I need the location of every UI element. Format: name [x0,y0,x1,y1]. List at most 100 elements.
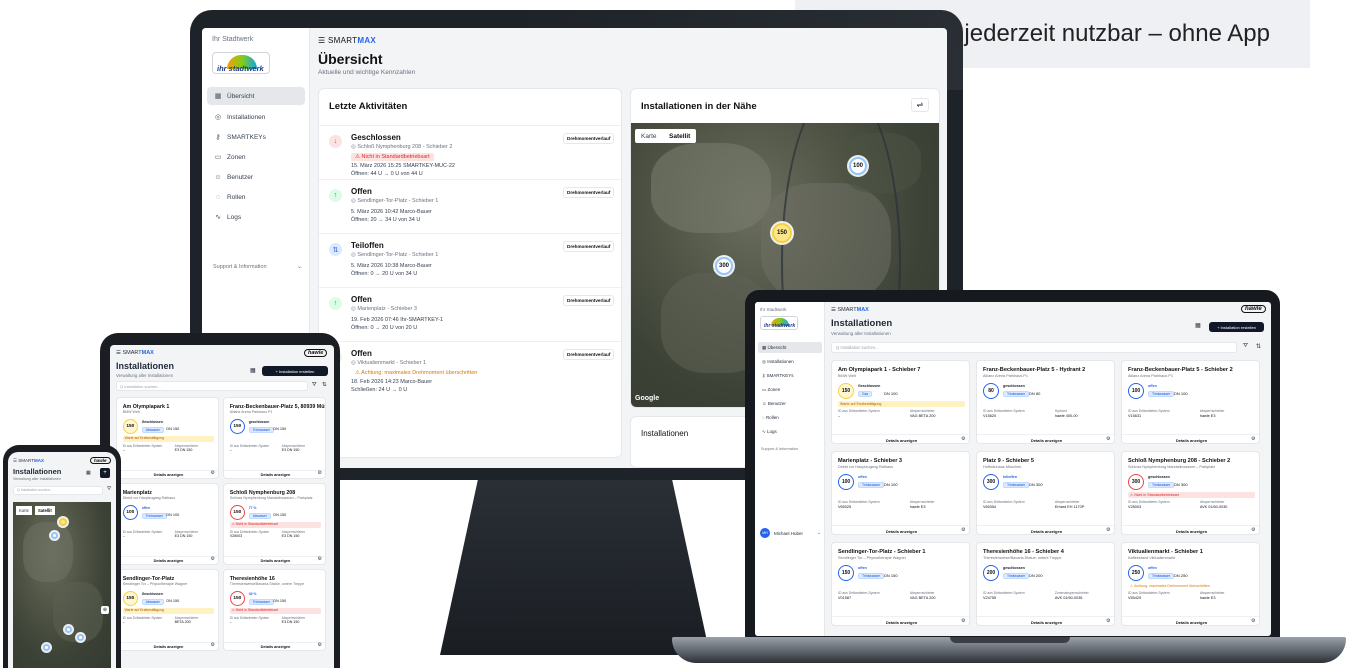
details-button[interactable]: Details anzeigen [977,434,1114,443]
activity-item[interactable]: ↑ Offen ◎ Marienplatz - Schieber 3 19. F… [319,287,621,339]
menu-icon[interactable]: ☰ [318,36,325,45]
gear-icon[interactable]: ⚙ [211,557,215,562]
details-button[interactable]: Details anzeigen [224,641,325,650]
gear-icon[interactable]: ⚙ [961,618,965,624]
details-button[interactable]: Details anzeigen [117,641,218,650]
map-tab-satellit[interactable]: Satellit [35,506,55,515]
map-pin[interactable] [43,644,50,651]
installation-card[interactable]: Marienplatz Direkt vor Hauptzugang Rathau… [116,483,219,565]
details-button[interactable]: Details anzeigen [832,434,969,443]
details-button[interactable]: Details anzeigen [224,469,325,478]
create-installation-button[interactable]: + Installation erstellen [1209,322,1264,332]
avatar[interactable]: MH [760,528,770,538]
details-button[interactable]: Details anzeigen [224,555,325,564]
filter-icon[interactable]: ⇌ [911,98,929,112]
sidebar-item-logs[interactable]: ∿ Logs [758,426,822,437]
installation-card[interactable]: Sendlinger-Tor-Platz Sendlinger Tor – Phy… [116,569,219,651]
search-input[interactable]: Q Installation suchen... [831,342,1237,353]
details-button[interactable]: Details anzeigen [1122,525,1259,534]
map-pin[interactable] [77,634,84,641]
details-button[interactable]: Details anzeigen [977,525,1114,534]
gear-icon[interactable]: ⚙ [1106,436,1110,442]
filter-icon[interactable]: ⛛ [107,486,111,492]
filter-icon[interactable]: ⛛ [1243,343,1248,350]
map-tab-satellit[interactable]: Satellit [663,129,697,143]
search-input[interactable]: Q Installation suchen... [116,381,308,391]
stadtwerk-logo[interactable]: ihr stadtwerk [760,316,798,330]
torque-history-button[interactable]: Drehmomentverlauf [563,187,615,198]
activity-item[interactable]: ⇅ Teiloffen ◎ Sendlinger-Tor-Platz - Sch… [319,233,621,285]
sidebar-item-benutzer[interactable]: ☺ Benutzer [758,398,822,409]
map-pin[interactable]: 150 [772,223,792,243]
support-section[interactable]: Support & Information [761,447,798,451]
sidebar-item-zonen[interactable]: ▭ Zonen [207,148,305,166]
map-pin[interactable] [51,532,58,539]
create-installation-button[interactable]: + Installation erstellen [262,366,328,376]
gear-icon[interactable]: ⚙ [961,436,965,442]
installation-card[interactable]: Theresienhöhe 16 Theresienwiese/Bavaria-S… [223,569,326,651]
sidebar-item-zonen[interactable]: ▭ Zonen [758,384,822,395]
installation-card[interactable]: Franz-Beckenbauer-Platz 5 - Hydrant 2 All… [976,360,1115,444]
gear-icon[interactable]: ⚙ [318,471,322,476]
details-button[interactable]: Details anzeigen [832,525,969,534]
chevron-down-icon[interactable]: ⌄ [297,263,302,270]
details-button[interactable]: Details anzeigen [1122,434,1259,443]
torque-history-button[interactable]: Drehmomentverlauf [563,241,615,252]
stadtwerk-logo[interactable]: ihr stadtwerk [212,52,270,74]
installation-card[interactable]: Platz 9 - Schieber 5 Hofbräuhaus München 3… [976,451,1115,535]
support-section[interactable]: Support & Information [213,264,267,270]
installation-card[interactable]: Am Olympiapark 1 BMW Welt 150 Geschlossen Ab… [116,397,219,479]
installation-card[interactable]: Viktualienmarkt - Schieber 1 Kaffeestand … [1121,542,1260,626]
sort-icon[interactable]: ⇅ [322,382,327,388]
satellite-map[interactable]: Karte Satellit ⊕ [13,502,111,668]
sidebar-item-installationen[interactable]: ◎ Installationen [758,356,822,367]
map-tab-karte[interactable]: Karte [635,129,663,143]
installation-card[interactable]: Schloß Nymphenburg 208 - Schieber 2 Schlo… [1121,451,1260,535]
sidebar-item-rollen[interactable]: ◌ Rollen [207,188,305,206]
map-control-icon[interactable]: ⊕ [101,606,109,614]
sort-icon[interactable]: ⇅ [1256,343,1261,350]
map-pin[interactable] [59,518,67,526]
installation-card[interactable]: Sendlinger-Tor-Platz - Schieber 1 Sendlin… [831,542,970,626]
gear-icon[interactable]: ⚙ [1251,527,1255,533]
gear-icon[interactable]: ⚙ [1106,618,1110,624]
chevron-down-icon[interactable]: ⌄ [817,530,821,536]
details-button[interactable]: Details anzeigen [977,616,1114,625]
grid-view-icon[interactable]: ▦ [1193,322,1203,332]
add-button[interactable]: + [100,468,110,478]
details-button[interactable]: Details anzeigen [117,555,218,564]
gear-icon[interactable]: ⚙ [961,527,965,533]
activity-item[interactable]: ↓ Geschlossen ◎ Schloß Nymphenburg 208 -… [319,125,621,177]
installation-card[interactable]: Franz-Beckenbauer-Platz 5, 80939 München… [223,397,326,479]
map-pin[interactable]: 100 [849,157,867,175]
gear-icon[interactable]: ⚙ [211,643,215,648]
details-button[interactable]: Details anzeigen [832,616,969,625]
map-tab-karte[interactable]: Karte [16,506,33,515]
torque-history-button[interactable]: Drehmomentverlauf [563,349,615,360]
search-input[interactable]: Q Installation suchen... [13,486,103,495]
gear-icon[interactable]: ⚙ [211,471,215,476]
installation-card[interactable]: Am Olympiapark 1 - Schieber 7 BMW Welt 150… [831,360,970,444]
sidebar-item-logs[interactable]: ∿ Logs [207,208,305,226]
details-button[interactable]: Details anzeigen [1122,616,1259,625]
activity-item[interactable]: ↑ Offen ◎ Sendlinger-Tor-Platz - Schiebe… [319,179,621,231]
gear-icon[interactable]: ⚙ [318,557,322,562]
gear-icon[interactable]: ⚙ [1106,527,1110,533]
grid-view-icon[interactable]: ▦ [250,367,256,374]
sidebar-item-uebersicht[interactable]: ▦ Übersicht [758,342,822,353]
torque-history-button[interactable]: Drehmomentverlauf [563,133,615,144]
sidebar-item-installationen[interactable]: ◎ Installationen [207,108,305,126]
map-pin[interactable] [65,626,72,633]
installation-card[interactable]: Marienplatz - Schieber 3 Direkt vor Haupt… [831,451,970,535]
details-button[interactable]: Details anzeigen [117,469,218,478]
gear-icon[interactable]: ⚙ [1251,436,1255,442]
activity-item[interactable]: ↑ Offen ◎ Viktualienmarkt - Schieber 1 ⚠… [319,341,621,401]
torque-history-button[interactable]: Drehmomentverlauf [563,295,615,306]
gear-icon[interactable]: ⚙ [1251,618,1255,624]
installation-card[interactable]: Schloß Nymphenburg 208 Schloss Nymphenbur… [223,483,326,565]
map-pin[interactable]: 300 [715,257,733,275]
sidebar-item-rollen[interactable]: ◌ Rollen [758,412,822,423]
grid-view-icon[interactable]: ▦ [86,470,91,476]
sidebar-item-uebersicht[interactable]: ▦ Übersicht [207,87,305,105]
sidebar-item-smartkeys[interactable]: ⚷ SMARTKEYs [758,370,822,381]
